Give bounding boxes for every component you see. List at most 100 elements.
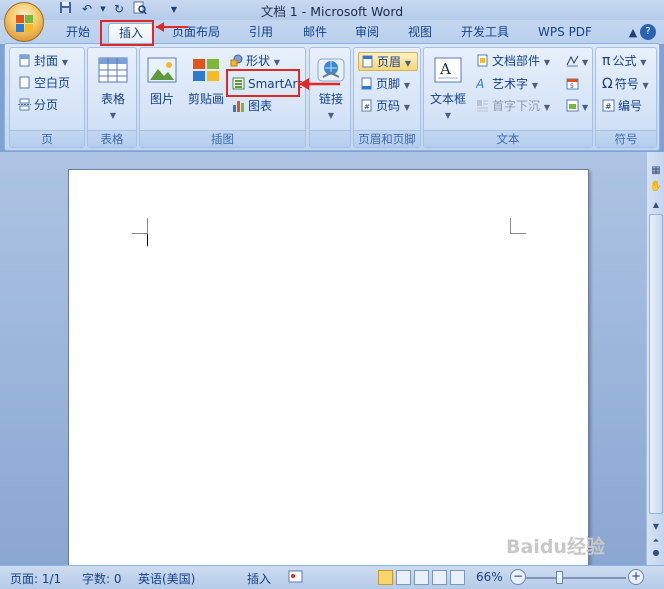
page-number-button[interactable]: # 页码 ▼ — [360, 97, 410, 116]
footer-icon — [360, 77, 373, 90]
table-icon — [97, 56, 129, 88]
group-header-footer: 页眉 ▼ 页脚 ▼ # 页码 ▼ 页眉和页脚 — [353, 47, 421, 148]
symbol-button[interactable]: Ω 符号 ▼ — [602, 75, 649, 94]
blank-page-button[interactable]: 空白页 — [18, 74, 70, 93]
margin-mark-top-right — [510, 218, 526, 234]
svg-text:A: A — [439, 60, 451, 78]
macro-record-icon[interactable] — [288, 569, 303, 584]
picture-icon — [146, 56, 178, 88]
group-symbols: π 公式 ▼ Ω 符号 ▼ # 编号 符号 — [595, 47, 657, 148]
web-layout-view-icon[interactable] — [414, 570, 429, 585]
group-table: 表格 ▼ 表格 — [87, 47, 137, 148]
scroll-thumb[interactable] — [649, 214, 663, 514]
group-links: 链接 ▼ — [309, 47, 351, 148]
chart-button[interactable]: 图表 — [232, 97, 272, 116]
page-break-button[interactable]: 分页 — [18, 96, 58, 115]
table-button[interactable]: 表格 ▼ — [93, 56, 133, 121]
smartart-highlight — [226, 69, 300, 97]
tab-mailings[interactable]: 邮件 — [294, 23, 336, 44]
wordart-label: 艺术字 — [492, 77, 529, 91]
page-break-icon — [18, 98, 31, 111]
clipart-button[interactable]: 剪贴画 — [184, 56, 228, 107]
chart-label: 图表 — [248, 99, 273, 113]
tab-home[interactable]: 开始 — [58, 23, 98, 44]
browse-object-icon[interactable]: ● — [649, 546, 663, 560]
draft-view-icon[interactable] — [450, 570, 465, 585]
clipart-label: 剪贴画 — [187, 92, 224, 106]
numbering-button[interactable]: # 编号 — [602, 97, 642, 116]
help-icon[interactable]: ? — [640, 24, 656, 40]
tab-references[interactable]: 引用 — [240, 23, 282, 44]
svg-text:5: 5 — [570, 83, 574, 90]
vertical-scrollbar[interactable]: ▦ ✋ ▲ ▼ ⏶ ● — [646, 152, 664, 565]
signature-line-button[interactable]: ▼ — [566, 52, 588, 71]
full-screen-reading-view-icon[interactable] — [396, 570, 411, 585]
tab-developer[interactable]: 开发工具 — [454, 23, 516, 44]
header-label: 页眉 — [377, 55, 402, 69]
svg-text:#: # — [605, 102, 612, 111]
shapes-label: 形状 — [246, 54, 271, 68]
header-icon — [361, 55, 374, 68]
tab-view[interactable]: 视图 — [399, 23, 441, 44]
margin-mark-top-left — [132, 218, 148, 234]
pan-hand-icon[interactable]: ✋ — [649, 180, 663, 194]
document-page[interactable] — [68, 169, 589, 569]
word-count[interactable]: 字数: 0 — [82, 570, 122, 587]
equation-label: 公式 — [612, 54, 637, 68]
textbox-button[interactable]: A 文本框 ▼ — [428, 56, 468, 121]
group-label-text: 文本 — [424, 130, 592, 147]
wordart-button[interactable]: A 艺术字 ▼ — [475, 75, 538, 94]
title-bar: ↶ ▼ ↻ ▼ 文档 1 - Microsoft Word — [0, 0, 664, 20]
equation-button[interactable]: π 公式 ▼ — [602, 52, 646, 71]
quick-parts-icon — [476, 54, 489, 67]
group-pages: 封面 ▼ 空白页 分页 页 — [9, 47, 85, 148]
tab-wps-pdf[interactable]: WPS PDF — [530, 23, 600, 44]
outline-view-icon[interactable] — [432, 570, 447, 585]
drop-cap-button[interactable]: 首字下沉 ▼ — [476, 97, 550, 116]
picture-label: 图片 — [149, 92, 174, 106]
picture-button[interactable]: 图片 — [144, 56, 180, 107]
office-button[interactable] — [4, 2, 44, 42]
links-label: 链接 — [318, 92, 343, 106]
zoom-level[interactable]: 66% — [476, 570, 503, 584]
page-count[interactable]: 页面: 1/1 — [10, 570, 61, 587]
drop-cap-icon — [476, 99, 489, 112]
numbering-label: 编号 — [618, 99, 643, 113]
page-break-label: 分页 — [34, 98, 59, 112]
date-time-button[interactable]: 5 — [566, 75, 582, 94]
scroll-down-icon[interactable]: ▼ — [649, 520, 663, 534]
tab-insert-highlight — [100, 20, 154, 46]
ruler-toggle-icon[interactable]: ▦ — [649, 164, 663, 178]
date-time-icon: 5 — [566, 77, 579, 90]
window-title: 文档 1 - Microsoft Word — [260, 4, 404, 19]
object-button[interactable]: ▼ — [566, 97, 588, 116]
quick-parts-button[interactable]: 文档部件 ▼ — [476, 52, 550, 71]
footer-label: 页脚 — [376, 77, 401, 91]
language-indicator[interactable]: 英语(美国) — [138, 570, 195, 587]
header-button[interactable]: 页眉 ▼ — [358, 52, 418, 71]
cover-page-icon — [18, 54, 31, 67]
zoom-slider-thumb[interactable] — [556, 571, 563, 584]
zoom-slider[interactable] — [526, 577, 626, 579]
scroll-up-icon[interactable]: ▲ — [649, 198, 663, 212]
tab-review[interactable]: 审阅 — [346, 23, 388, 44]
group-label-pages: 页 — [10, 130, 84, 147]
cover-page-button[interactable]: 封面 ▼ — [18, 52, 68, 71]
group-label-illustrations: 插图 — [140, 130, 305, 147]
insert-mode-indicator[interactable]: 插入 — [247, 570, 271, 587]
table-label: 表格 — [100, 92, 125, 106]
group-label-symbols: 符号 — [596, 130, 656, 147]
zoom-in-icon[interactable]: + — [628, 569, 644, 585]
blank-page-icon — [18, 76, 31, 89]
quick-parts-label: 文档部件 — [492, 54, 541, 68]
ribbon: 封面 ▼ 空白页 分页 页 表格 ▼ 表格 图片 剪贴画 形状 ▼ SmartAr… — [4, 43, 660, 151]
zoom-out-icon[interactable]: − — [510, 569, 526, 585]
omega-icon: Ω — [602, 76, 613, 92]
group-text: A 文本框 ▼ 文档部件 ▼ A 艺术字 ▼ 首字下沉 ▼ ▼ 5 ▼ 文本 — [423, 47, 593, 148]
footer-button[interactable]: 页脚 ▼ — [360, 75, 410, 94]
blank-page-label: 空白页 — [34, 76, 71, 90]
numbering-icon: # — [602, 99, 615, 112]
group-label-links — [310, 130, 350, 147]
print-layout-view-icon[interactable] — [378, 570, 393, 585]
symbol-label: 符号 — [614, 77, 639, 91]
